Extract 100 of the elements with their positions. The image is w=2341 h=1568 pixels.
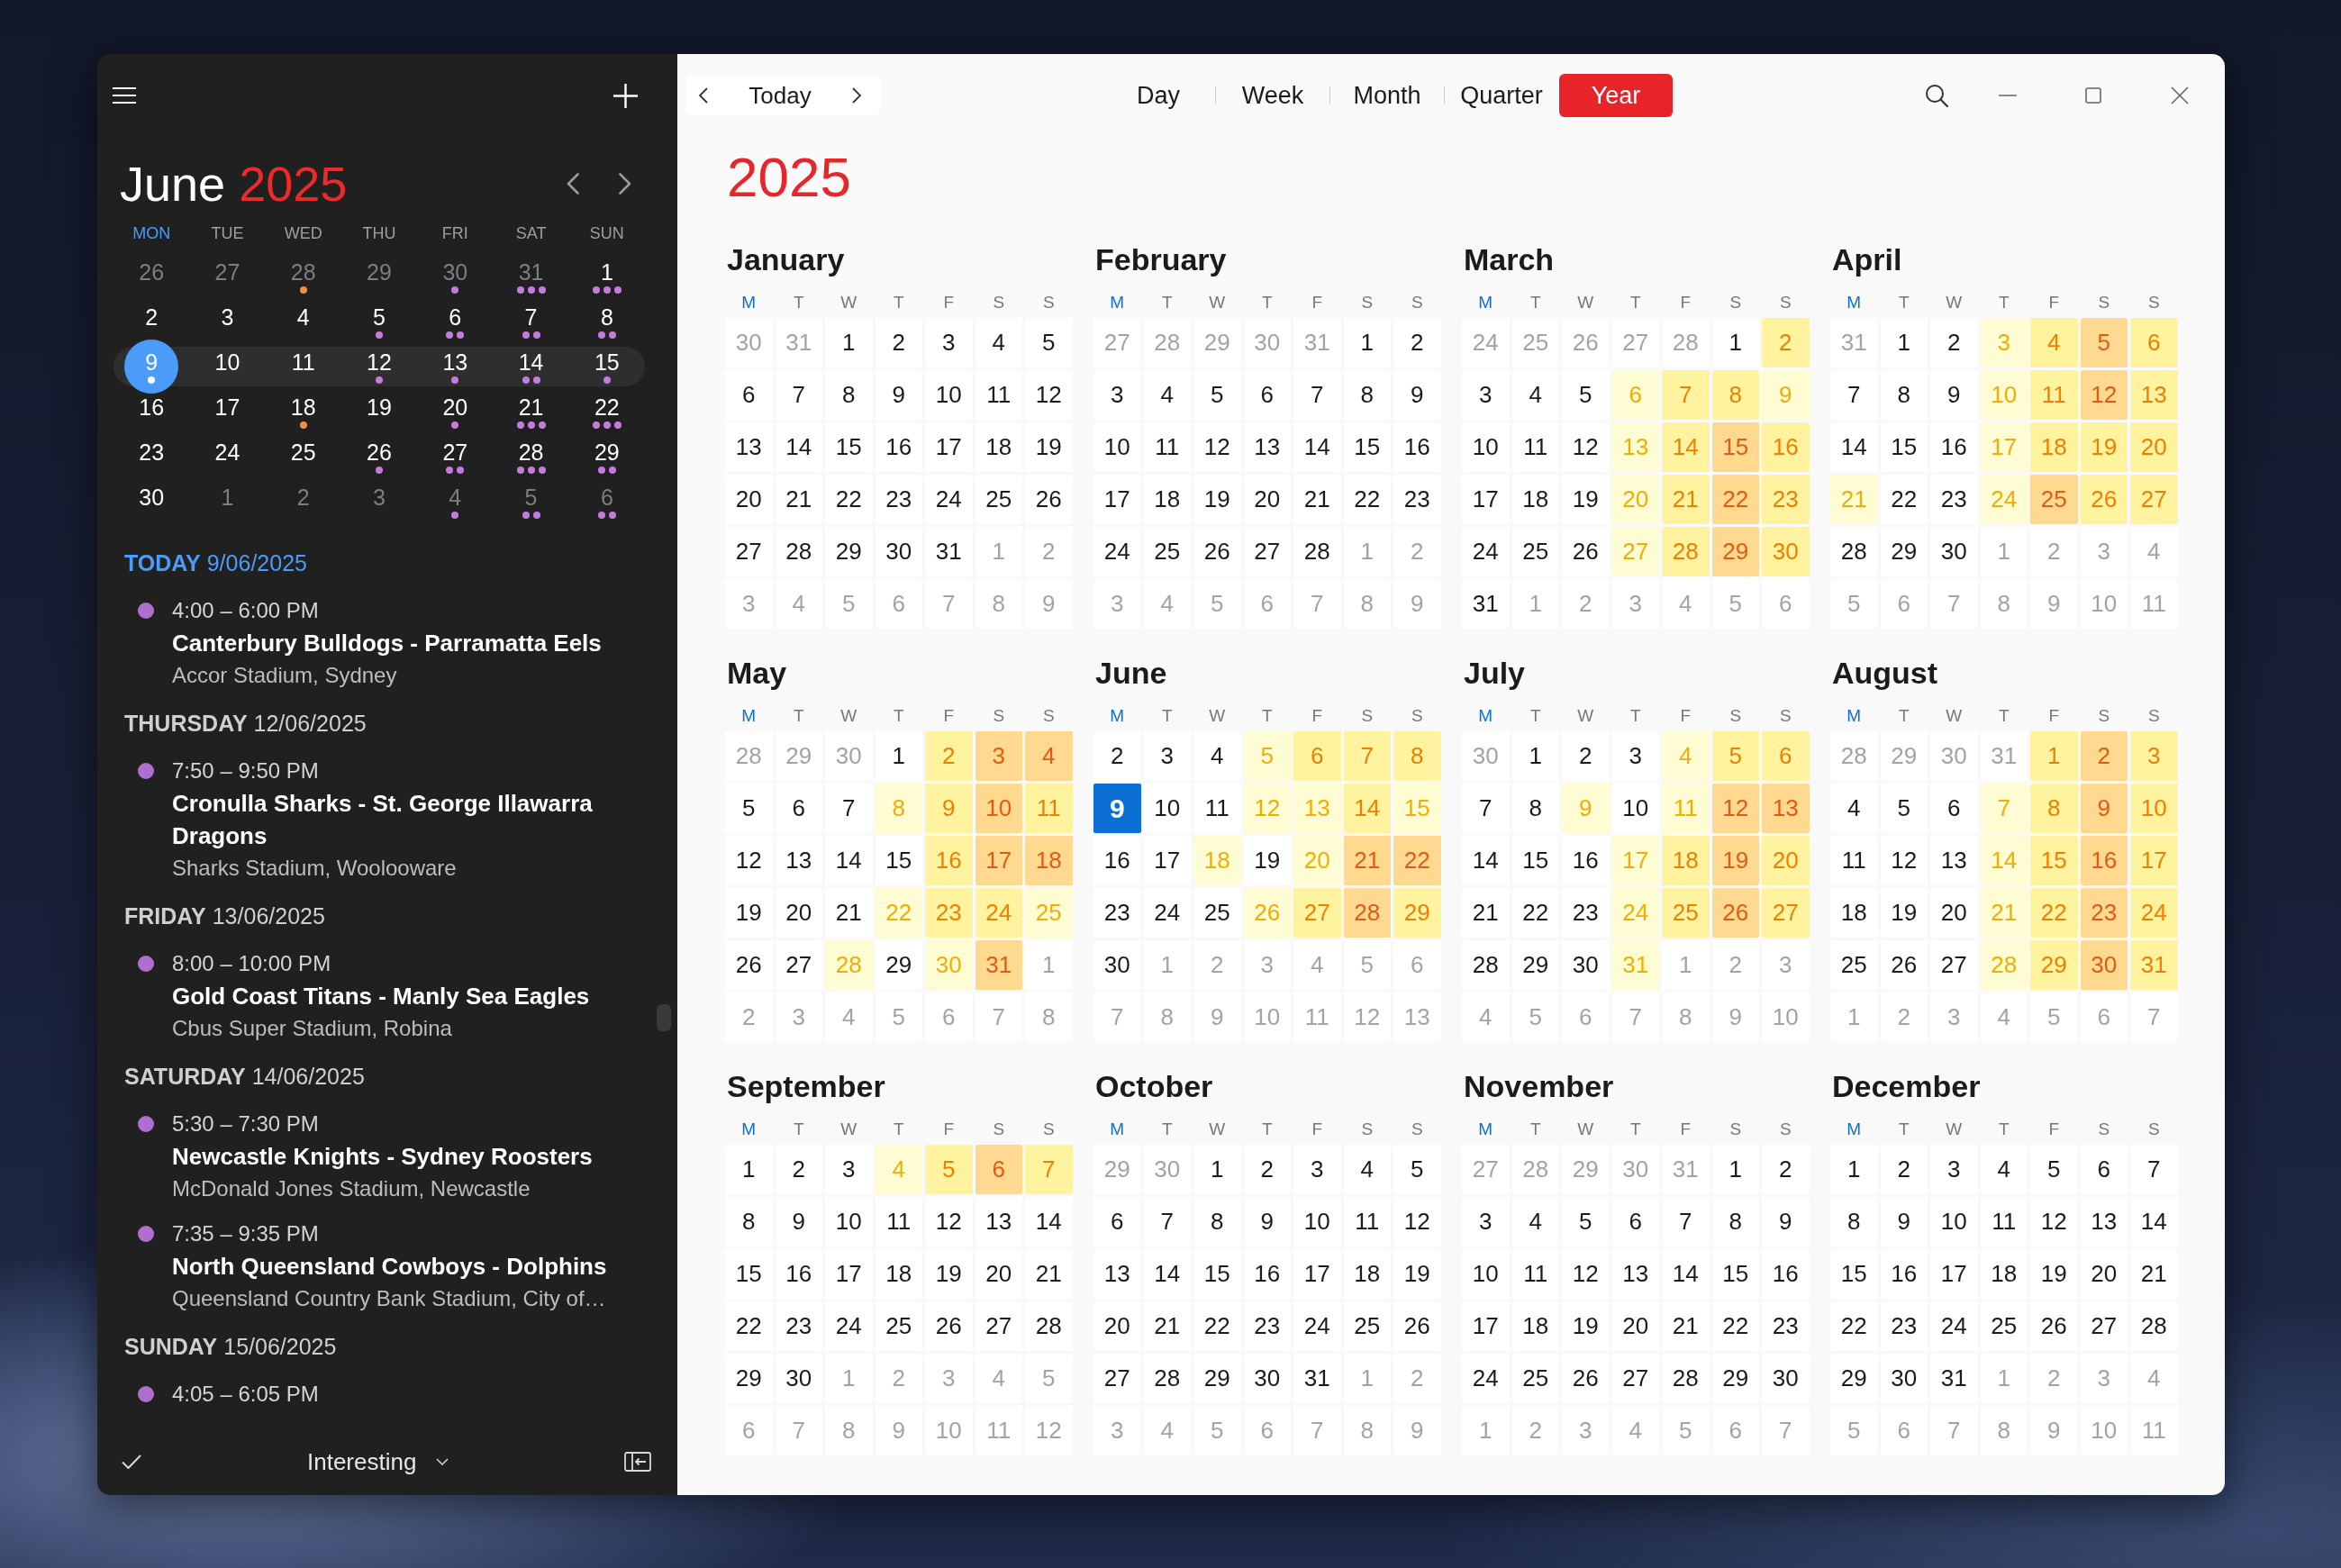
day-tile[interactable]: 26 (925, 1301, 973, 1351)
day-tile[interactable]: 4 (1143, 370, 1191, 420)
day-tile[interactable]: 3 (1293, 1145, 1341, 1194)
day-tile[interactable]: 16 (1930, 422, 1978, 472)
day-tile[interactable]: 31 (1462, 579, 1510, 629)
day-tile[interactable]: 2 (1880, 1145, 1928, 1194)
day-tile[interactable]: 26 (1562, 1354, 1610, 1403)
today-button[interactable]: Today (749, 77, 812, 113)
calendar-day[interactable]: 3 (361, 485, 397, 519)
calendar-day[interactable]: 7 (513, 304, 549, 339)
day-tile[interactable]: 11 (1511, 422, 1559, 472)
day-tile[interactable]: 23 (875, 475, 922, 524)
day-tile[interactable]: 24 (925, 475, 973, 524)
day-tile[interactable]: 6 (2080, 1145, 2128, 1194)
day-tile[interactable]: 4 (1830, 784, 1878, 833)
day-tile[interactable]: 30 (875, 527, 922, 576)
calendar-day[interactable]: 4 (285, 304, 322, 339)
day-tile[interactable]: 11 (1193, 784, 1241, 833)
calendar-day[interactable]: 27 (209, 259, 246, 294)
day-tile[interactable]: 1 (825, 318, 873, 367)
day-tile[interactable]: 10 (1462, 1249, 1510, 1299)
day-tile[interactable]: 13 (1930, 836, 1978, 885)
day-tile[interactable]: 4 (1511, 370, 1559, 420)
day-tile[interactable]: 1 (1711, 1145, 1759, 1194)
day-tile[interactable]: 18 (1143, 475, 1191, 524)
day-tile[interactable]: 20 (975, 1249, 1022, 1299)
day-tile[interactable]: 10 (825, 1197, 873, 1246)
day-tile[interactable]: 8 (1511, 784, 1559, 833)
calendar-day[interactable]: 17 (209, 394, 246, 429)
day-tile[interactable]: 16 (875, 422, 922, 472)
day-tile[interactable]: 28 (1830, 527, 1878, 576)
day-tile[interactable]: 2 (775, 1145, 822, 1194)
day-tile[interactable]: 28 (1662, 1354, 1710, 1403)
day-tile[interactable]: 25 (1193, 888, 1241, 938)
calendar-day[interactable]: 3 (209, 304, 246, 339)
day-tile[interactable]: 27 (975, 1301, 1022, 1351)
day-tile[interactable]: 14 (1293, 422, 1341, 472)
day-tile[interactable]: 17 (825, 1249, 873, 1299)
day-tile[interactable]: 14 (2130, 1197, 2178, 1246)
day-tile[interactable]: 25 (875, 1301, 922, 1351)
calendar-day[interactable]: 30 (437, 259, 474, 294)
day-tile[interactable]: 8 (1711, 1197, 1759, 1246)
day-tile[interactable]: 25 (1511, 527, 1559, 576)
day-tile[interactable]: 9 (775, 1197, 822, 1246)
day-tile[interactable]: 23 (775, 1301, 822, 1351)
day-tile[interactable]: 17 (1930, 1249, 1978, 1299)
maximize-icon[interactable] (2085, 87, 2101, 104)
calendar-day[interactable]: 1 (588, 259, 625, 294)
day-tile[interactable]: 17 (925, 422, 973, 472)
day-tile[interactable]: 23 (1762, 1301, 1810, 1351)
day-tile[interactable]: 27 (775, 940, 822, 990)
day-tile[interactable]: 19 (1243, 836, 1291, 885)
day-tile[interactable]: 4 (1343, 1145, 1391, 1194)
day-tile[interactable]: 4 (1193, 731, 1241, 781)
day-tile[interactable]: 2 (1243, 1145, 1291, 1194)
day-tile[interactable]: 18 (1830, 888, 1878, 938)
day-tile[interactable]: 16 (1393, 422, 1441, 472)
day-tile[interactable]: 7 (825, 784, 873, 833)
day-tile[interactable]: 11 (1343, 1197, 1391, 1246)
day-tile[interactable]: 1 (875, 731, 922, 781)
day-tile[interactable]: 29 (1193, 1354, 1241, 1403)
day-tile[interactable]: 30 (1243, 1354, 1291, 1403)
day-tile[interactable]: 5 (1880, 784, 1928, 833)
day-tile[interactable]: 24 (1293, 1301, 1341, 1351)
day-tile[interactable]: 13 (775, 836, 822, 885)
day-tile[interactable]: 15 (1343, 422, 1391, 472)
day-tile[interactable]: 10 (1143, 784, 1191, 833)
filter-dropdown[interactable]: Interesting (307, 1444, 449, 1480)
calendar-day[interactable]: 14 (513, 349, 549, 384)
day-tile[interactable]: 20 (775, 888, 822, 938)
day-tile[interactable]: 11 (1143, 422, 1191, 472)
chevron-left-icon[interactable] (567, 173, 579, 195)
day-tile[interactable]: 14 (1462, 836, 1510, 885)
day-tile[interactable]: 27 (1930, 940, 1978, 990)
day-tile[interactable]: 16 (1762, 1249, 1810, 1299)
calendar-day[interactable]: 2 (133, 304, 170, 339)
day-tile[interactable]: 25 (1511, 1354, 1559, 1403)
search-icon[interactable] (1925, 84, 1948, 107)
day-tile[interactable]: 24 (1143, 888, 1191, 938)
day-tile[interactable]: 6 (1930, 784, 1978, 833)
day-tile[interactable]: 21 (1143, 1301, 1191, 1351)
day-tile[interactable]: 7 (1830, 370, 1878, 420)
day-tile[interactable]: 6 (725, 370, 773, 420)
calendar-day[interactable]: 29 (588, 440, 625, 474)
day-tile[interactable]: 7 (775, 370, 822, 420)
day-tile[interactable]: 22 (1880, 475, 1928, 524)
plus-icon[interactable] (613, 83, 638, 108)
day-tile[interactable]: 22 (1193, 1301, 1241, 1351)
day-tile[interactable]: 15 (1830, 1249, 1878, 1299)
day-tile[interactable]: 4 (975, 318, 1022, 367)
view-tab[interactable]: Day (1102, 74, 1215, 117)
day-tile[interactable]: 23 (1930, 475, 1978, 524)
view-tab[interactable]: Month (1330, 74, 1444, 117)
day-tile[interactable]: 28 (2130, 1301, 2178, 1351)
day-tile[interactable]: 19 (1393, 1249, 1441, 1299)
calendar-day[interactable]: 16 (133, 394, 170, 429)
day-tile[interactable]: 9 (1393, 370, 1441, 420)
calendar-day[interactable]: 13 (437, 349, 474, 384)
day-tile[interactable]: 30 (1093, 940, 1141, 990)
calendar-day[interactable]: 27 (437, 440, 474, 474)
